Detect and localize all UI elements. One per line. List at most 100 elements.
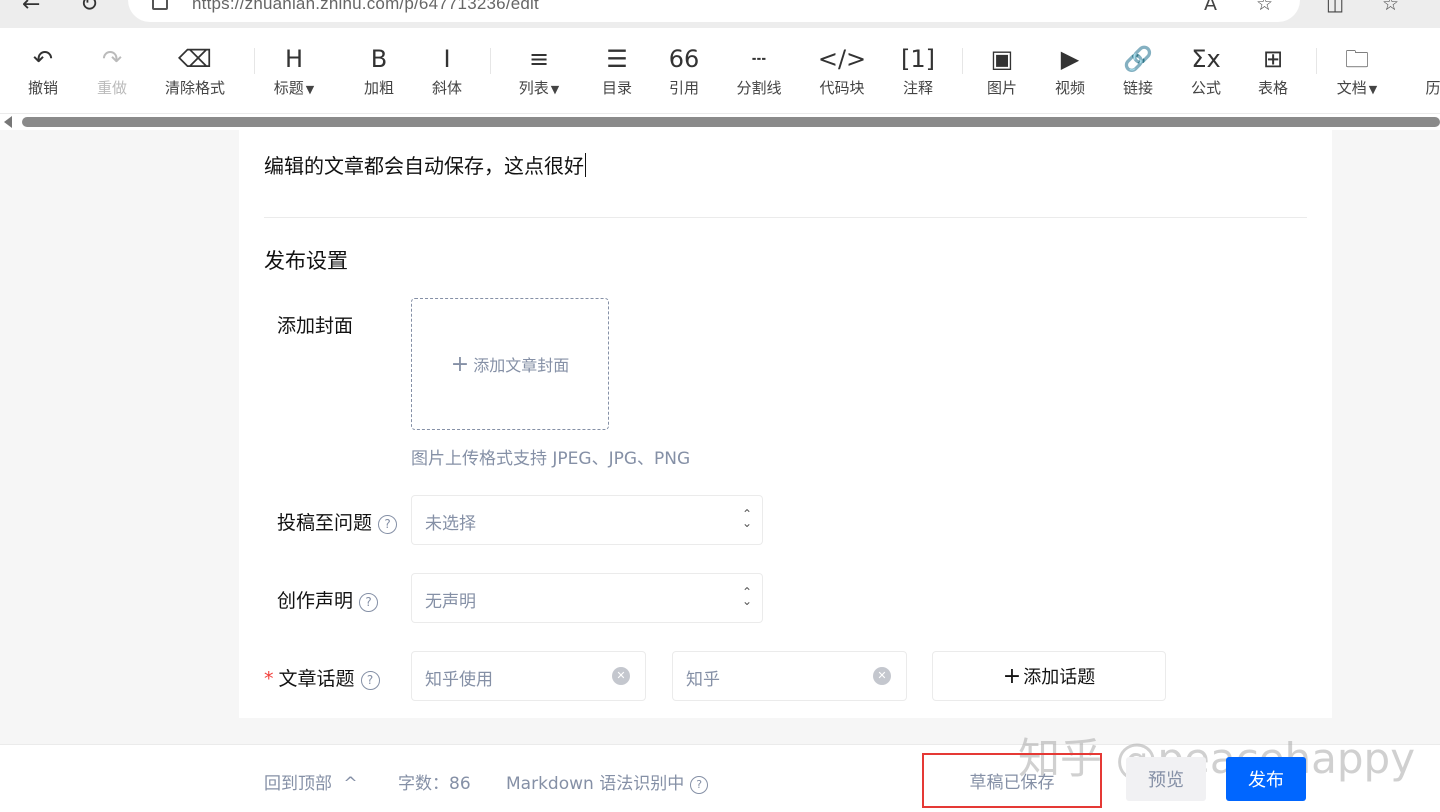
toolbar-label-text: 文档	[1336, 79, 1367, 97]
caret-down-icon: ▼	[1368, 83, 1378, 96]
url-text[interactable]: https://zhuanlan.zhihu.com/p/647713236/e…	[192, 0, 539, 14]
statement-label-row: 创作声明?	[277, 586, 379, 613]
topic-input-1[interactable]: 知乎使用 ✕	[411, 651, 646, 701]
statement-help-icon[interactable]: ?	[359, 593, 379, 612]
publish-button[interactable]: 发布	[1226, 757, 1306, 801]
topic-label: 文章话题	[278, 668, 355, 690]
toolbar-doc-button[interactable]: 🗀 文档 ▼	[1322, 45, 1392, 98]
back-icon[interactable]: ←	[22, 0, 40, 17]
toolbar-label: 历	[1398, 77, 1440, 98]
editor-toolbar: ↶ 撤销 ↷ 重做 ⌫ 清除格式 H 标题 ▼ B 加粗 I 斜体 ≡ 列表 ▼ ☰ 目录 66 引用 ┄ 分割线 </> 代…	[0, 28, 1440, 114]
markdown-status: Markdown 语法识别中?	[506, 769, 709, 794]
toolbar-eraser-button[interactable]: ⌫ 清除格式	[160, 45, 230, 98]
toolbar-label: 文档 ▼	[1322, 77, 1392, 98]
preview-button[interactable]: 预览	[1126, 757, 1206, 801]
editor-footer: 回到顶部 ^ 字数：86 Markdown 语法识别中? 知乎 @peaceha…	[0, 734, 1440, 812]
publish-settings-title: 发布设置	[264, 249, 348, 273]
topic-help-icon[interactable]: ?	[360, 671, 380, 690]
toolbar-label-text: 图片	[986, 79, 1017, 97]
toolbar-formula-button[interactable]: Σx 公式	[1171, 45, 1241, 98]
article-body[interactable]: 编辑的文章都会自动保存，这点很好	[264, 150, 586, 179]
toolbar-italic-button[interactable]: I 斜体	[412, 45, 482, 98]
toolbar-toc-button[interactable]: ☰ 目录	[582, 45, 652, 98]
question-select-value: 未选择	[425, 514, 476, 534]
toolbar-redo-button[interactable]: ↷ 重做	[77, 45, 147, 98]
plus-icon: +	[1002, 663, 1022, 689]
required-asterisk: *	[264, 668, 274, 690]
add-cover-label: 添加文章封面	[473, 356, 570, 375]
add-cover-button[interactable]: + 添加文章封面	[411, 298, 609, 430]
toolbar-label: 目录	[582, 77, 652, 98]
article-body-text: 编辑的文章都会自动保存，这点很好	[264, 154, 584, 178]
toolbar-table-button[interactable]: ⊞ 表格	[1238, 45, 1308, 98]
toolbar-heading-button[interactable]: H 标题 ▼	[259, 45, 329, 98]
add-topic-button[interactable]: + 添加话题	[932, 651, 1166, 701]
statement-select[interactable]: 无声明 ⌃ ⌄	[411, 573, 763, 623]
read-aloud-icon[interactable]: A	[1204, 0, 1217, 15]
refresh-icon[interactable]: ↻	[80, 0, 98, 17]
favorite-star-icon[interactable]: ☆	[1256, 0, 1273, 15]
back-to-top-button[interactable]: 回到顶部 ^	[264, 769, 358, 794]
toolbar-label-text: 代码块	[819, 79, 865, 97]
toolbar-code-button[interactable]: </> 代码块	[807, 45, 877, 98]
topic-input-2[interactable]: 知乎 ✕	[672, 651, 907, 701]
toolbar-label-text: 公式	[1190, 79, 1221, 97]
editor-panel: 编辑的文章都会自动保存，这点很好 发布设置 添加封面 + 添加文章封面 图片上传…	[239, 130, 1332, 718]
toolbar-label-text: 重做	[96, 79, 127, 97]
toolbar-separator	[1316, 48, 1317, 74]
toolbar-label-text: 注释	[902, 79, 933, 97]
formula-icon: Σx	[1191, 45, 1221, 73]
heading-icon: H	[284, 45, 304, 73]
toolbar-divider-button[interactable]: ┄ 分割线	[724, 45, 794, 98]
add-topic-label: 添加话题	[1023, 667, 1096, 688]
question-label-row: 投稿至问题?	[277, 508, 398, 535]
word-count: 字数：86	[398, 774, 471, 794]
caret-down-icon: ▼	[550, 83, 560, 96]
scroll-left-icon[interactable]	[4, 116, 12, 128]
toolbar-quote-button[interactable]: 66 引用	[649, 45, 719, 98]
toolbar-label: 斜体	[412, 77, 482, 98]
code-icon: </>	[817, 45, 867, 73]
toolbar-label: 清除格式	[160, 77, 230, 98]
toolbar-label: 代码块	[807, 77, 877, 98]
toolbar-list-button[interactable]: ≡ 列表 ▼	[504, 45, 574, 98]
clear-icon[interactable]: ✕	[873, 667, 891, 685]
toc-icon: ☰	[606, 45, 628, 73]
draft-saved-status: 草稿已保存	[922, 753, 1102, 808]
statement-label: 创作声明	[277, 590, 354, 612]
toolbar-label-text: 引用	[668, 79, 699, 97]
toolbar-label: 注释	[883, 77, 953, 98]
image-icon: ▣	[990, 45, 1014, 73]
toolbar-bold-button[interactable]: B 加粗	[344, 45, 414, 98]
scrollbar-thumb[interactable]	[22, 117, 1440, 127]
table-icon: ⊞	[1262, 45, 1284, 73]
toolbar-label-text: 历	[1425, 79, 1440, 97]
question-select[interactable]: 未选择 ⌃ ⌄	[411, 495, 763, 545]
toolbar-undo-button[interactable]: ↶ 撤销	[8, 45, 78, 98]
clear-icon[interactable]: ✕	[612, 667, 630, 685]
toolbar-label: 加粗	[344, 77, 414, 98]
favorites-list-icon[interactable]: ☆	[1382, 0, 1399, 15]
back-to-top-label: 回到顶部	[264, 774, 332, 794]
chevron-up-icon: ^	[343, 774, 358, 794]
toolbar-image-button[interactable]: ▣ 图片	[967, 45, 1037, 98]
toolbar-scrollbar[interactable]	[0, 114, 1440, 130]
caret-down-icon: ▼	[305, 83, 315, 96]
quote-icon: 66	[668, 45, 700, 73]
toolbar-footnote-button[interactable]: [1] 注释	[883, 45, 953, 98]
footnote-icon: [1]	[901, 45, 935, 73]
link-icon: 🔗	[1123, 45, 1153, 73]
page-info-icon[interactable]	[152, 0, 168, 10]
toolbar-label: 公式	[1171, 77, 1241, 98]
toolbar-label-text: 分割线	[736, 79, 782, 97]
toolbar-link-button[interactable]: 🔗 链接	[1103, 45, 1173, 98]
toolbar-history-button[interactable]: 历	[1398, 45, 1440, 98]
markdown-help-icon[interactable]: ?	[690, 776, 709, 794]
text-cursor	[585, 153, 586, 177]
question-help-icon[interactable]: ?	[378, 515, 398, 534]
split-screen-icon[interactable]: ◫	[1326, 0, 1344, 15]
toolbar-separator	[962, 48, 963, 74]
toolbar-video-button[interactable]: ▶ 视频	[1035, 45, 1105, 98]
toolbar-label-text: 加粗	[363, 79, 394, 97]
cover-label: 添加封面	[277, 315, 354, 337]
